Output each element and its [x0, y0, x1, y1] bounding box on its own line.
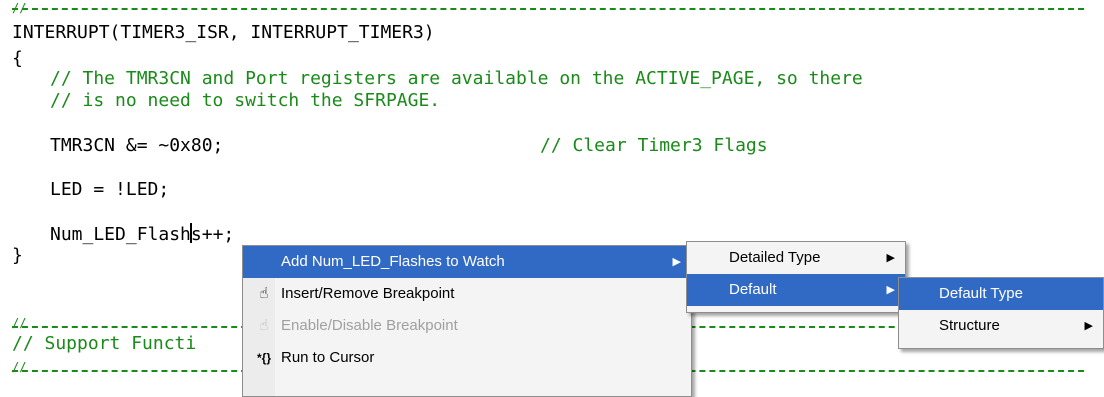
menu-item-label: Enable/Disable Breakpoint — [281, 317, 458, 334]
statement-led-toggle: LED = !LED; — [50, 179, 170, 200]
menu-item-label: Detailed Type — [729, 249, 821, 266]
run-to-cursor-icon: *{} — [256, 351, 271, 365]
comment-clear-timer3: // Clear Timer3 Flags — [540, 135, 768, 156]
function-signature: INTERRUPT(TIMER3_ISR, INTERRUPT_TIMER3) — [12, 22, 435, 43]
menu-item-add-to-watch[interactable]: Add Num_LED_Flashes to Watch ▶ — [243, 246, 691, 278]
context-menu: Add Num_LED_Flashes to Watch ▶ ☝ Insert/… — [242, 245, 692, 397]
statement-part-after-caret: s++; — [190, 224, 235, 245]
statement-tmr3cn: TMR3CN &= ~0x80; — [50, 135, 224, 156]
menu-item-label: Default — [729, 281, 777, 298]
menu-item-default[interactable]: Default ▶ — [687, 274, 905, 306]
menu-item-enable-disable-breakpoint[interactable]: ☝ Enable/Disable Breakpoint — [243, 310, 691, 342]
menu-item-insert-remove-breakpoint[interactable]: ☝ Insert/Remove Breakpoint — [243, 278, 691, 310]
menu-item-label: Add Num_LED_Flashes to Watch — [281, 253, 505, 270]
support-functions-comment: // Support Functi — [12, 333, 197, 354]
hand-icon: ☝ — [259, 317, 269, 334]
menu-item-label: Insert/Remove Breakpoint — [281, 285, 455, 302]
submenu-arrow-icon: ▶ — [1084, 320, 1093, 332]
menu-item-label: Default Type — [939, 285, 1023, 302]
menu-item-default-type[interactable]: Default Type — [899, 278, 1103, 310]
submenu-default: Default Type Structure ▶ — [898, 277, 1104, 349]
brace-close: } — [12, 245, 23, 266]
menu-item-detailed-type[interactable]: Detailed Type ▶ — [687, 242, 905, 274]
comment-line-1: // The TMR3CN and Port registers are ava… — [50, 68, 863, 89]
statement-part-before-caret: Num_LED_Flash — [50, 224, 191, 245]
separator-line-top — [12, 8, 1084, 10]
hand-icon: ☝ — [259, 285, 269, 302]
separator-comment-3: // — [12, 360, 27, 374]
menu-item-label: Structure — [939, 317, 1000, 334]
menu-item-run-to-cursor[interactable]: *{} Run to Cursor — [243, 342, 691, 374]
submenu-arrow-icon: ▶ — [886, 252, 895, 264]
submenu-arrow-icon: ▶ — [886, 284, 895, 296]
statement-num-led-flashes: Num_LED_Flashs++; — [50, 223, 234, 246]
separator-comment-2: // — [12, 316, 27, 330]
comment-line-2: // is no need to switch the SFRPAGE. — [50, 90, 441, 111]
submenu-arrow-icon: ▶ — [672, 256, 681, 268]
submenu-watch-type: Detailed Type ▶ Default ▶ — [686, 241, 906, 313]
menu-item-structure[interactable]: Structure ▶ — [899, 310, 1103, 342]
menu-item-label: Run to Cursor — [281, 349, 375, 366]
brace-open: { — [12, 48, 23, 69]
